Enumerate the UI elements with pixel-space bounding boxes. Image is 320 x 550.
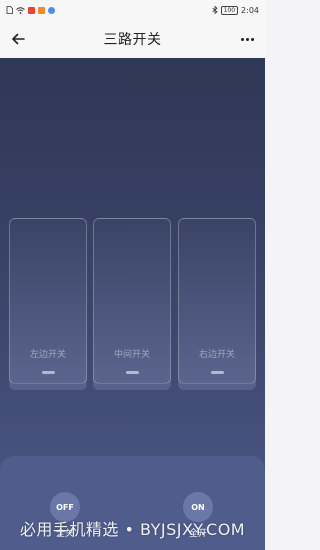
switch-middle-label: 中间开关 bbox=[113, 350, 150, 360]
switch-left-label: 左边开关 bbox=[29, 350, 66, 360]
switch-right[interactable]: 右边开关 bbox=[178, 218, 256, 384]
switch-left[interactable]: 左边开关 bbox=[9, 218, 87, 384]
notification-blue-icon bbox=[48, 6, 55, 14]
switch-right-handle bbox=[211, 371, 224, 374]
switch-middle-handle bbox=[126, 371, 139, 374]
notification-orange-icon bbox=[38, 6, 45, 14]
more-button[interactable] bbox=[237, 29, 257, 49]
more-dots-icon bbox=[250, 37, 254, 41]
more-dots-icon bbox=[240, 37, 244, 41]
switch-right-label: 右边开关 bbox=[198, 350, 235, 360]
switch-left-handle bbox=[42, 371, 55, 374]
bluetooth-icon bbox=[211, 6, 218, 14]
watermark: 必用手机精选 • BYJSJXY.COM bbox=[19, 520, 246, 539]
sim-icon bbox=[6, 6, 13, 14]
wifi-icon bbox=[16, 6, 25, 14]
battery-icon: 100 bbox=[220, 5, 239, 15]
switch-middle[interactable]: 中间开关 bbox=[93, 218, 171, 384]
nav-bar: 三路开关 bbox=[0, 20, 265, 58]
status-bar: 100 2:04 bbox=[0, 0, 265, 20]
battery-level: 100 bbox=[223, 6, 236, 14]
arrow-left-icon bbox=[12, 33, 25, 45]
back-button[interactable] bbox=[8, 29, 28, 49]
status-time: 2:04 bbox=[241, 5, 259, 15]
more-dots-icon bbox=[245, 37, 249, 41]
status-left bbox=[6, 6, 55, 14]
status-right: 100 2:04 bbox=[211, 5, 259, 15]
page-title: 三路开关 bbox=[103, 32, 162, 48]
notification-red-icon bbox=[28, 6, 35, 14]
